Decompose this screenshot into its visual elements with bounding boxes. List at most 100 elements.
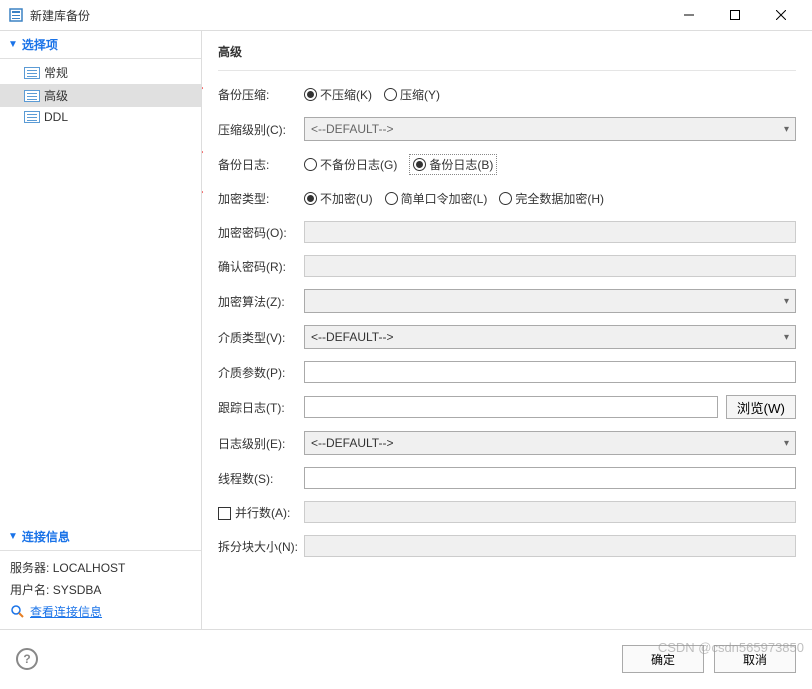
radio-simple-encrypt[interactable]: 简单口令加密(L) bbox=[385, 190, 488, 207]
server-row: 服务器: LOCALHOST bbox=[10, 557, 191, 579]
radio-backup-log[interactable]: 备份日志(B) bbox=[409, 154, 497, 175]
row-confirm-pwd: 确认密码(R): bbox=[218, 255, 796, 277]
input-split-size[interactable] bbox=[304, 535, 796, 557]
checkbox-parallel[interactable] bbox=[218, 507, 231, 520]
row-compress-level: 压缩级别(C): <--DEFAULT-->▾ bbox=[218, 117, 796, 141]
sidebar-section-connection[interactable]: ▼ 连接信息 bbox=[0, 523, 201, 551]
tree-item-ddl[interactable]: DDL bbox=[0, 107, 201, 127]
radio-no-compress[interactable]: 不压缩(K) bbox=[304, 86, 372, 103]
label: 压缩级别(C): bbox=[218, 121, 304, 138]
page-icon bbox=[24, 111, 40, 123]
input-encrypt-pwd[interactable] bbox=[304, 221, 796, 243]
row-parallel: 并行数(A): bbox=[218, 501, 796, 523]
magnifier-icon bbox=[10, 604, 26, 620]
radio-group-backup-log: 不备份日志(G) 备份日志(B) bbox=[304, 154, 497, 175]
option-tree: 常规 高级 DDL bbox=[0, 59, 201, 129]
radio-icon bbox=[385, 192, 398, 205]
label: 介质类型(V): bbox=[218, 329, 304, 346]
annotation-arrow-icon bbox=[202, 181, 212, 241]
input-trace-log[interactable] bbox=[304, 396, 718, 418]
row-encrypt-type: 加密类型: 不加密(U) 简单口令加密(L) 完全数据加密(H) bbox=[218, 187, 796, 209]
select-compress-level[interactable]: <--DEFAULT-->▾ bbox=[304, 117, 796, 141]
label: 加密算法(Z): bbox=[218, 293, 304, 310]
chevron-down-icon: ▾ bbox=[784, 124, 789, 135]
footer: ? 确定 取消 bbox=[0, 630, 812, 688]
sidebar: ▼ 选择项 常规 高级 DDL ▼ 连接信息 服务器: LOCALHOST 用户… bbox=[0, 31, 202, 629]
section-title: 连接信息 bbox=[22, 528, 70, 545]
label: 备份日志: bbox=[218, 156, 304, 173]
input-confirm-pwd[interactable] bbox=[304, 255, 796, 277]
tree-item-general[interactable]: 常规 bbox=[0, 61, 201, 84]
tree-item-label: 高级 bbox=[44, 87, 68, 104]
tree-item-label: DDL bbox=[44, 110, 68, 124]
panel-title: 高级 bbox=[218, 41, 796, 71]
radio-no-encrypt[interactable]: 不加密(U) bbox=[304, 190, 373, 207]
titlebar: 新建库备份 bbox=[0, 0, 812, 30]
window-controls bbox=[666, 0, 804, 30]
radio-icon bbox=[384, 88, 397, 101]
radio-icon bbox=[304, 158, 317, 171]
label: 跟踪日志(T): bbox=[218, 399, 304, 416]
input-parallel[interactable] bbox=[304, 501, 796, 523]
radio-compress[interactable]: 压缩(Y) bbox=[384, 86, 440, 103]
chevron-down-icon: ▾ bbox=[784, 438, 789, 449]
row-log-level: 日志级别(E): <--DEFAULT-->▾ bbox=[218, 431, 796, 455]
radio-group-encrypt-type: 不加密(U) 简单口令加密(L) 完全数据加密(H) bbox=[304, 190, 604, 207]
main-panel: 高级 备份压缩: 不压缩(K) 压缩(Y) 压缩级别(C): <--DEFAUL… bbox=[202, 31, 812, 629]
row-media-params: 介质参数(P): bbox=[218, 361, 796, 383]
row-trace-log: 跟踪日志(T): 浏览(W) bbox=[218, 395, 796, 419]
maximize-button[interactable] bbox=[712, 0, 758, 30]
ok-button[interactable]: 确定 bbox=[622, 645, 704, 673]
radio-icon bbox=[304, 192, 317, 205]
label: 备份压缩: bbox=[218, 86, 304, 103]
label: 拆分块大小(N): bbox=[218, 538, 304, 555]
section-title: 选择项 bbox=[22, 36, 58, 53]
label: 加密密码(O): bbox=[218, 224, 304, 241]
radio-icon bbox=[499, 192, 512, 205]
view-connection-link[interactable]: 查看连接信息 bbox=[10, 601, 191, 623]
input-media-params[interactable] bbox=[304, 361, 796, 383]
label: 介质参数(P): bbox=[218, 364, 304, 381]
cancel-button[interactable]: 取消 bbox=[714, 645, 796, 673]
link-text: 查看连接信息 bbox=[30, 601, 102, 623]
collapse-icon: ▼ bbox=[8, 39, 18, 50]
close-button[interactable] bbox=[758, 0, 804, 30]
page-icon bbox=[24, 90, 40, 102]
page-icon bbox=[24, 67, 40, 79]
label: 加密类型: bbox=[218, 190, 304, 207]
select-encrypt-algo[interactable]: ▾ bbox=[304, 289, 796, 313]
minimize-button[interactable] bbox=[666, 0, 712, 30]
main-container: ▼ 选择项 常规 高级 DDL ▼ 连接信息 服务器: LOCALHOST 用户… bbox=[0, 30, 812, 630]
label: 日志级别(E): bbox=[218, 435, 304, 452]
radio-icon bbox=[413, 158, 426, 171]
row-backup-log: 备份日志: 不备份日志(G) 备份日志(B) bbox=[218, 153, 796, 175]
collapse-icon: ▼ bbox=[8, 531, 18, 542]
app-icon bbox=[8, 7, 24, 23]
select-log-level[interactable]: <--DEFAULT-->▾ bbox=[304, 431, 796, 455]
radio-icon bbox=[304, 88, 317, 101]
radio-group-compress: 不压缩(K) 压缩(Y) bbox=[304, 86, 440, 103]
label: 并行数(A): bbox=[218, 504, 304, 521]
annotation-arrow-icon bbox=[202, 77, 212, 137]
select-media-type[interactable]: <--DEFAULT-->▾ bbox=[304, 325, 796, 349]
window-title: 新建库备份 bbox=[30, 7, 666, 24]
annotation-arrow-icon bbox=[202, 141, 212, 201]
help-button[interactable]: ? bbox=[16, 648, 38, 670]
label: 线程数(S): bbox=[218, 470, 304, 487]
label: 确认密码(R): bbox=[218, 258, 304, 275]
chevron-down-icon: ▾ bbox=[784, 332, 789, 343]
browse-button[interactable]: 浏览(W) bbox=[726, 395, 796, 419]
connection-info: 服务器: LOCALHOST 用户名: SYSDBA 查看连接信息 bbox=[0, 551, 201, 629]
tree-item-label: 常规 bbox=[44, 64, 68, 81]
sidebar-section-options[interactable]: ▼ 选择项 bbox=[0, 31, 201, 59]
row-encrypt-pwd: 加密密码(O): bbox=[218, 221, 796, 243]
radio-no-backup-log[interactable]: 不备份日志(G) bbox=[304, 156, 397, 173]
input-threads[interactable] bbox=[304, 467, 796, 489]
row-backup-compress: 备份压缩: 不压缩(K) 压缩(Y) bbox=[218, 83, 796, 105]
radio-full-encrypt[interactable]: 完全数据加密(H) bbox=[499, 190, 604, 207]
row-encrypt-algo: 加密算法(Z): ▾ bbox=[218, 289, 796, 313]
chevron-down-icon: ▾ bbox=[784, 296, 789, 307]
user-row: 用户名: SYSDBA bbox=[10, 579, 191, 601]
row-split-size: 拆分块大小(N): bbox=[218, 535, 796, 557]
tree-item-advanced[interactable]: 高级 bbox=[0, 84, 201, 107]
